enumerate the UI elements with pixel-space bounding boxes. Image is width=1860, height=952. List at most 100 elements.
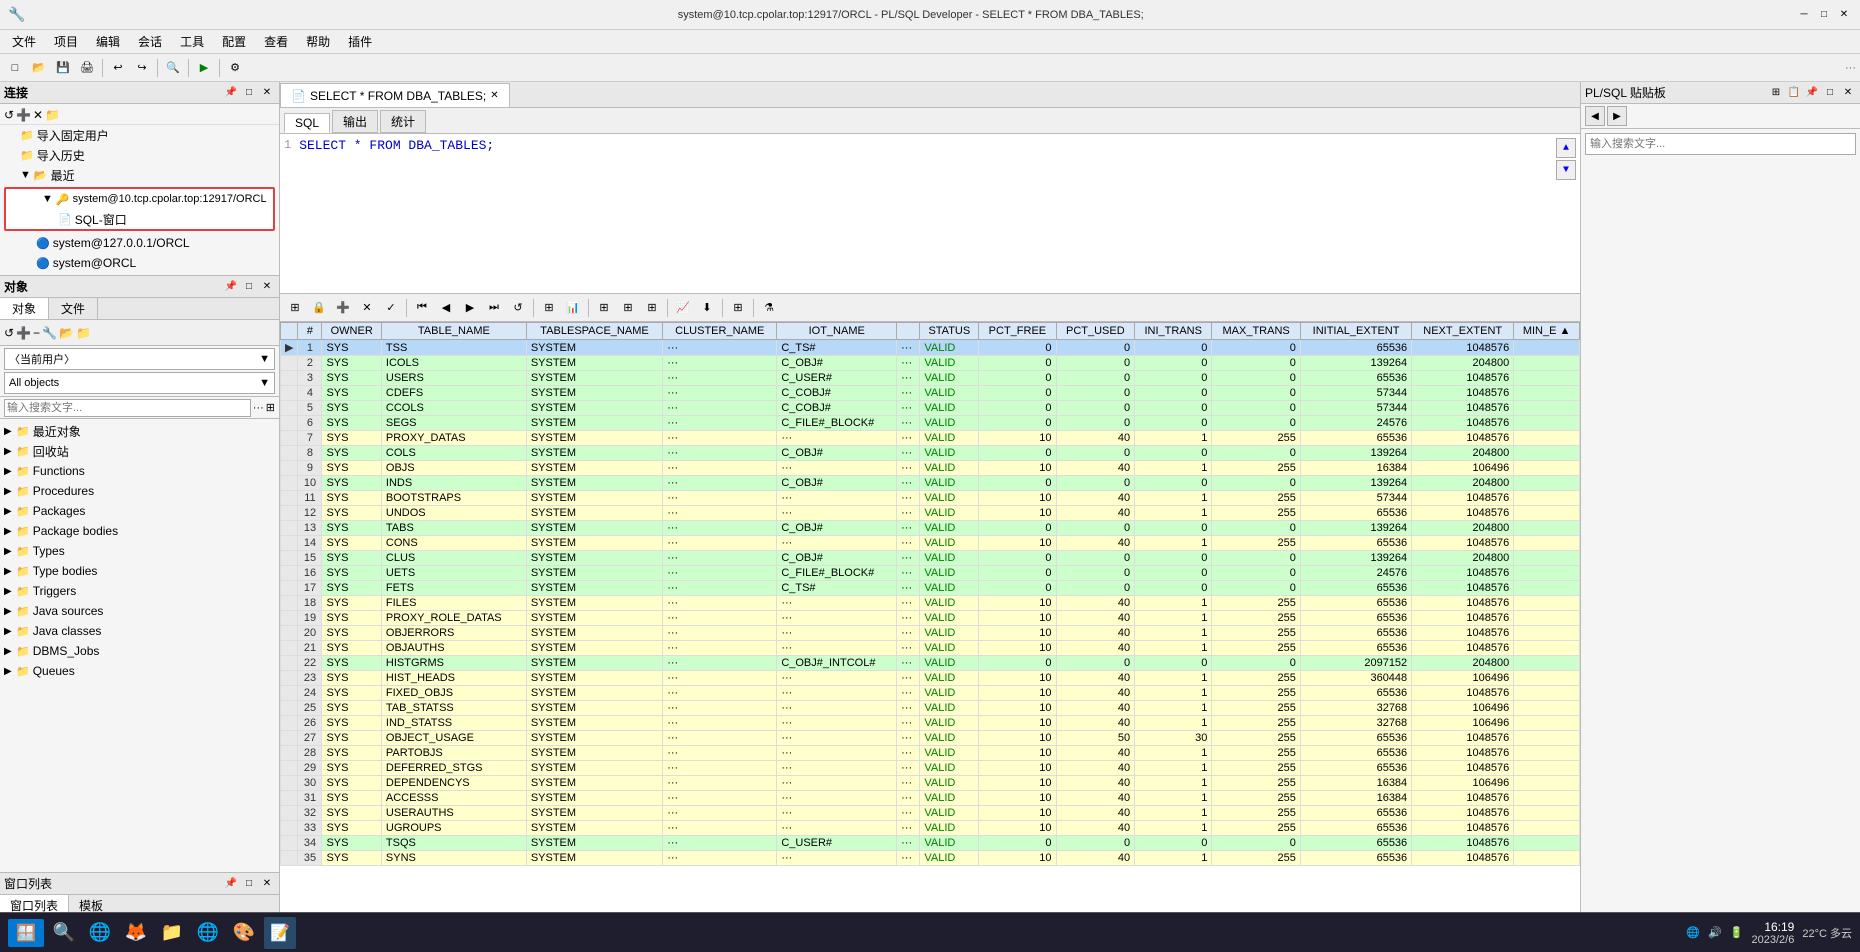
print-btn[interactable]: 🖨 <box>76 57 98 79</box>
conn-close-btn[interactable]: ✕ <box>259 85 275 101</box>
conn-local[interactable]: 🔵 system@127.0.0.1/ORCL <box>32 233 279 253</box>
col-max-trans[interactable]: MAX_TRANS <box>1212 323 1301 340</box>
table-row[interactable]: 2 SYS ICOLS SYSTEM ··· C_OBJ# ··· VALID … <box>281 356 1580 371</box>
table-row[interactable]: 6 SYS SEGS SYSTEM ··· C_FILE#_BLOCK# ···… <box>281 416 1580 431</box>
table-row[interactable]: 15 SYS CLUS SYSTEM ··· C_OBJ# ··· VALID … <box>281 551 1580 566</box>
table-row[interactable]: 12 SYS UNDOS SYSTEM ··· ··· ··· VALID 10… <box>281 506 1580 521</box>
conn-orcl[interactable]: 🔵 system@ORCL <box>32 253 279 273</box>
subtab-stats[interactable]: 统计 <box>380 110 426 133</box>
table-row[interactable]: 29 SYS DEFERRED_STGS SYSTEM ··· ··· ··· … <box>281 761 1580 776</box>
table-row[interactable]: 35 SYS SYNS SYSTEM ··· ··· ··· VALID 10 … <box>281 851 1580 866</box>
menu-config[interactable]: 配置 <box>214 31 254 52</box>
table-row[interactable]: 33 SYS UGROUPS SYSTEM ··· ··· ··· VALID … <box>281 821 1580 836</box>
res-lock-btn[interactable]: 🔒 <box>308 297 330 319</box>
col-num[interactable]: # <box>298 323 322 340</box>
table-row[interactable]: 31 SYS ACCESSS SYSTEM ··· ··· ··· VALID … <box>281 791 1580 806</box>
task-app1[interactable]: 🌐 <box>192 917 224 949</box>
task-files[interactable]: 📁 <box>156 917 188 949</box>
task-browser2[interactable]: 🦊 <box>120 917 152 949</box>
table-row[interactable]: 25 SYS TAB_STATSS SYSTEM ··· ··· ··· VAL… <box>281 701 1580 716</box>
undo-btn[interactable]: ↩ <box>107 57 129 79</box>
tab-object[interactable]: 对象 <box>0 298 49 319</box>
menu-file[interactable]: 文件 <box>4 31 44 52</box>
tree-packages[interactable]: ▶ 📁 Packages <box>0 501 279 521</box>
res-prev-btn[interactable]: ◀ <box>435 297 457 319</box>
new-btn[interactable]: □ <box>4 57 26 79</box>
col-iot[interactable]: IOT_NAME <box>777 323 897 340</box>
res-next-btn[interactable]: ▶ <box>459 297 481 319</box>
table-row[interactable]: 18 SYS FILES SYSTEM ··· ··· ··· VALID 10… <box>281 596 1580 611</box>
right-search-input[interactable] <box>1585 133 1856 155</box>
conn-active-item[interactable]: ▼ 🔑 system@10.tcp.cpolar.top:12917/ORCL <box>38 189 273 209</box>
object-search-input[interactable] <box>4 399 251 417</box>
taskbar-time[interactable]: 16:19 <box>1764 920 1794 934</box>
table-row[interactable]: 30 SYS DEPENDENCYS SYSTEM ··· ··· ··· VA… <box>281 776 1580 791</box>
table-row[interactable]: 10 SYS INDS SYSTEM ··· C_OBJ# ··· VALID … <box>281 476 1580 491</box>
table-row[interactable]: 3 SYS USERS SYSTEM ··· C_USER# ··· VALID… <box>281 371 1580 386</box>
data-table-container[interactable]: # OWNER TABLE_NAME TABLESPACE_NAME CLUST… <box>280 322 1580 930</box>
res-copy1-btn[interactable]: ⊞ <box>593 297 615 319</box>
res-grid-btn[interactable]: ⊞ <box>538 297 560 319</box>
conn-recent[interactable]: ▼ 📂 最近 <box>16 165 279 185</box>
task-app2[interactable]: 🎨 <box>228 917 260 949</box>
table-row[interactable]: 21 SYS OBJAUTHS SYSTEM ··· ··· ··· VALID… <box>281 641 1580 656</box>
conn-remove-icon[interactable]: ✕ <box>33 108 43 122</box>
task-browser1[interactable]: 🌐 <box>84 917 116 949</box>
obj-remove-icon[interactable]: − <box>33 326 40 340</box>
obj-close-btn[interactable]: ✕ <box>259 279 275 295</box>
col-pct-free[interactable]: PCT_FREE <box>979 323 1056 340</box>
table-row[interactable]: 20 SYS OBJERRORS SYSTEM ··· ··· ··· VALI… <box>281 626 1580 641</box>
task-search[interactable]: 🔍 <box>48 917 80 949</box>
table-row[interactable]: 32 SYS USERAUTHS SYSTEM ··· ··· ··· VALI… <box>281 806 1580 821</box>
find-btn[interactable]: 🔍 <box>162 57 184 79</box>
user-dropdown[interactable]: 〈当前用户〉 ▼ <box>4 348 275 370</box>
obj-refresh-icon[interactable]: ↺ <box>4 326 14 340</box>
tree-queues[interactable]: ▶ 📁 Queues <box>0 661 279 681</box>
res-chart-btn[interactable]: 📊 <box>562 297 584 319</box>
sql-scroll-up[interactable]: ▲ <box>1556 138 1576 158</box>
table-row[interactable]: 13 SYS TABS SYSTEM ··· C_OBJ# ··· VALID … <box>281 521 1580 536</box>
right-close-btn[interactable]: ✕ <box>1840 85 1856 101</box>
res-filter-btn[interactable]: ⚗ <box>758 297 780 319</box>
col-status2[interactable] <box>897 323 920 340</box>
col-owner[interactable]: OWNER <box>322 323 381 340</box>
conn-pin-btn[interactable]: 📌 <box>223 85 239 101</box>
col-cluster[interactable]: CLUSTER_NAME <box>663 323 777 340</box>
res-last-btn[interactable]: ⏭ <box>483 297 505 319</box>
col-table-name[interactable]: TABLE_NAME <box>381 323 526 340</box>
table-row[interactable]: 8 SYS COLS SYSTEM ··· C_OBJ# ··· VALID 0… <box>281 446 1580 461</box>
subtab-output[interactable]: 输出 <box>332 110 378 133</box>
debug-btn[interactable]: ⚙ <box>224 57 246 79</box>
search-dots-btn[interactable]: ··· <box>253 402 264 414</box>
obj-float-btn[interactable]: □ <box>241 279 257 295</box>
table-row[interactable]: 19 SYS PROXY_ROLE_DATAS SYSTEM ··· ··· ·… <box>281 611 1580 626</box>
task-plsql[interactable]: 📝 <box>264 917 296 949</box>
wl-float-btn[interactable]: □ <box>241 876 257 892</box>
res-refresh-btn[interactable]: ↺ <box>507 297 529 319</box>
col-pct-used[interactable]: PCT_USED <box>1056 323 1135 340</box>
table-row[interactable]: 5 SYS CCOLS SYSTEM ··· C_COBJ# ··· VALID… <box>281 401 1580 416</box>
table-row[interactable]: 23 SYS HIST_HEADS SYSTEM ··· ··· ··· VAL… <box>281 671 1580 686</box>
conn-import-history[interactable]: 📁 导入历史 <box>16 145 279 165</box>
right-nav-left[interactable]: ◀ <box>1585 106 1605 126</box>
tab-file[interactable]: 文件 <box>49 298 98 319</box>
table-row[interactable]: 34 SYS TSQS SYSTEM ··· C_USER# ··· VALID… <box>281 836 1580 851</box>
res-bar-btn[interactable]: 📈 <box>672 297 694 319</box>
obj-filter-icon[interactable]: 🔧 <box>42 326 57 340</box>
table-row[interactable]: 17 SYS FETS SYSTEM ··· C_TS# ··· VALID 0… <box>281 581 1580 596</box>
save-btn[interactable]: 💾 <box>52 57 74 79</box>
start-button[interactable]: 🪟 <box>8 919 44 947</box>
conn-refresh-icon[interactable]: ↺ <box>4 108 14 122</box>
conn-float-btn[interactable]: □ <box>241 85 257 101</box>
table-row[interactable]: 16 SYS UETS SYSTEM ··· C_FILE#_BLOCK# ··… <box>281 566 1580 581</box>
table-row[interactable]: 11 SYS BOOTSTRAPS SYSTEM ··· ··· ··· VAL… <box>281 491 1580 506</box>
editor-tab-main[interactable]: 📄 SELECT * FROM DBA_TABLES; ✕ <box>280 83 510 107</box>
table-row[interactable]: 28 SYS PARTOBJS SYSTEM ··· ··· ··· VALID… <box>281 746 1580 761</box>
subtab-sql[interactable]: SQL <box>284 113 330 133</box>
sql-editor[interactable]: 1 SELECT * FROM DBA_TABLES; ▲ ▼ <box>280 134 1580 294</box>
close-button[interactable]: ✕ <box>1836 7 1852 23</box>
redo-btn[interactable]: ↪ <box>131 57 153 79</box>
tree-triggers[interactable]: ▶ 📁 Triggers <box>0 581 279 601</box>
wl-pin-btn[interactable]: 📌 <box>223 876 239 892</box>
col-min-e[interactable]: MIN_E ▲ <box>1514 323 1580 340</box>
